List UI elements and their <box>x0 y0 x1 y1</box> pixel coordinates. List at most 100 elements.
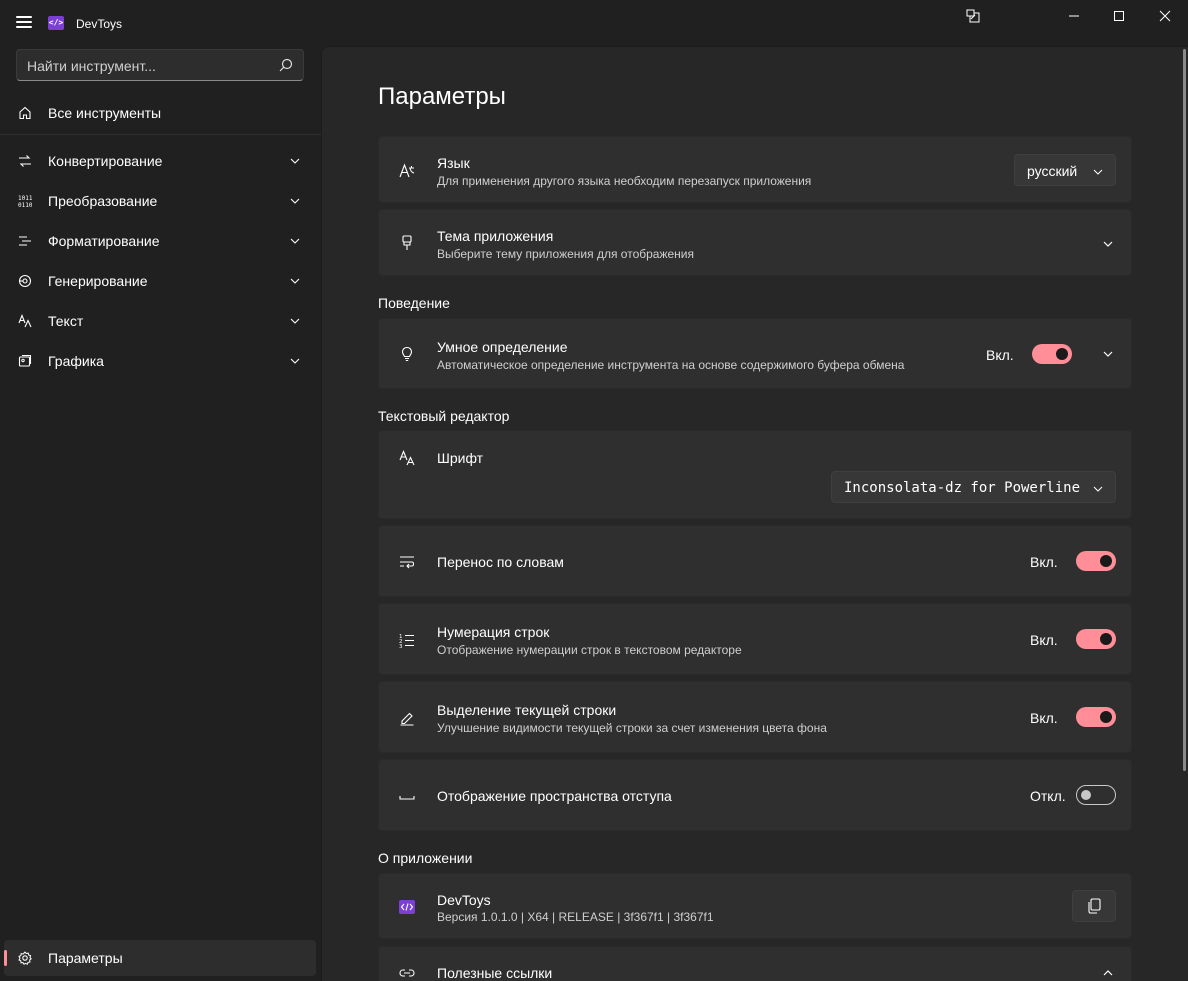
whitespace-card: Отображение пространства отступа Откл. <box>378 759 1132 831</box>
language-dropdown[interactable]: русский <box>1014 154 1116 186</box>
chevron-down-icon <box>290 198 300 204</box>
page-title: Параметры <box>378 83 506 110</box>
language-value: русский <box>1027 163 1078 179</box>
setting-title: Перенос по словам <box>437 554 564 570</box>
toggle-state-label: Вкл. <box>1030 710 1058 726</box>
setting-title: Полезные ссылки <box>437 965 553 981</box>
section-about: О приложении <box>378 850 473 866</box>
title-bar: </> DevToys <box>0 0 1188 46</box>
toggle-state-label: Вкл. <box>986 347 1014 363</box>
convert-icon <box>18 154 32 168</box>
about-card: DevToys Версия 1.0.1.0 | X64 | RELEASE |… <box>378 873 1132 939</box>
sidebar-item-format[interactable]: Форматирование <box>4 223 316 259</box>
chevron-down-icon <box>290 318 300 324</box>
chevron-up-icon[interactable] <box>1102 967 1114 979</box>
sidebar-item-generate[interactable]: Генерирование <box>4 263 316 299</box>
generate-icon <box>18 274 32 288</box>
version-text: Версия 1.0.1.0 | X64 | RELEASE | 3f367f1… <box>437 910 714 924</box>
toggle-state-label: Откл. <box>1030 788 1066 804</box>
word-wrap-icon <box>399 554 415 570</box>
chevron-down-icon <box>290 238 300 244</box>
line-numbers-toggle[interactable] <box>1076 629 1116 649</box>
sidebar-item-convert[interactable]: Конвертирование <box>4 143 316 179</box>
theme-setting-card[interactable]: Тема приложения Выберите тему приложения… <box>378 209 1132 276</box>
brush-icon <box>399 235 415 251</box>
gear-icon <box>18 951 32 965</box>
sidebar-item-text[interactable]: Текст <box>4 303 316 339</box>
highlighter-icon <box>399 710 415 726</box>
useful-links-card[interactable]: Полезные ссылки <box>378 946 1132 981</box>
copy-icon <box>1088 898 1101 914</box>
setting-title: Нумерация строк <box>437 624 550 640</box>
sidebar-item-settings[interactable]: Параметры <box>4 940 316 976</box>
smart-detection-card[interactable]: Умное определение Автоматическое определ… <box>378 318 1132 389</box>
chevron-down-icon[interactable] <box>1102 238 1114 250</box>
font-dropdown[interactable]: Inconsolata-dz for Powerline <box>831 471 1116 503</box>
sidebar-item-label: Графика <box>48 353 104 369</box>
compact-overlay-button[interactable] <box>950 0 996 32</box>
binary-icon: 1011 0110 <box>18 194 32 208</box>
setting-title: Язык <box>437 155 470 171</box>
search-input[interactable]: Найти инструмент... <box>16 49 304 81</box>
toggle-state-label: Вкл. <box>1030 632 1058 648</box>
svg-text:0110: 0110 <box>18 202 32 208</box>
line-numbers-card: 123 Нумерация строк Отображение нумераци… <box>378 603 1132 675</box>
chevron-down-icon <box>1093 169 1103 175</box>
chevron-down-icon[interactable] <box>1102 348 1114 360</box>
setting-title: Тема приложения <box>437 228 554 244</box>
space-icon <box>399 788 415 804</box>
setting-title: Выделение текущей строки <box>437 702 617 718</box>
highlight-line-toggle[interactable] <box>1076 707 1116 727</box>
font-icon <box>399 450 415 466</box>
setting-subtitle: Автоматическое определение инструмента н… <box>437 358 905 372</box>
scrollbar[interactable] <box>1183 49 1186 771</box>
compact-overlay-icon <box>966 9 980 23</box>
svg-text:3: 3 <box>399 644 403 648</box>
maximize-icon <box>1114 11 1124 21</box>
sidebar-item-label: Генерирование <box>48 273 148 289</box>
sidebar-item-encode[interactable]: 1011 0110 Преобразование <box>4 183 316 219</box>
smart-detection-toggle[interactable] <box>1032 344 1072 364</box>
sidebar-item-label: Параметры <box>48 950 123 966</box>
font-setting-card: Шрифт Inconsolata-dz for Powerline <box>378 430 1132 519</box>
hamburger-menu-icon[interactable] <box>16 16 32 28</box>
setting-subtitle: Отображение нумерации строк в текстовом … <box>437 643 742 657</box>
sidebar-item-graphics[interactable]: Графика <box>4 343 316 379</box>
selection-indicator <box>4 950 7 966</box>
sidebar-item-all-tools[interactable]: Все инструменты <box>4 95 316 131</box>
setting-subtitle: Улучшение видимости текущей строки за сч… <box>437 721 827 735</box>
minimize-icon <box>1069 15 1079 17</box>
language-setting-card: Язык Для применения другого языка необхо… <box>378 136 1132 203</box>
format-icon <box>18 234 32 248</box>
app-title: DevToys <box>76 17 123 31</box>
chevron-down-icon <box>290 358 300 364</box>
sidebar: Найти инструмент... Все инструменты Конв… <box>0 46 321 981</box>
section-text-editor: Текстовый редактор <box>378 408 510 424</box>
sidebar-item-label: Все инструменты <box>48 105 162 121</box>
search-icon[interactable] <box>279 58 293 72</box>
chevron-down-icon <box>290 158 300 164</box>
font-value: Inconsolata-dz for Powerline <box>844 480 1081 496</box>
svg-text:1011: 1011 <box>18 195 32 202</box>
graphics-icon <box>18 354 32 368</box>
close-button[interactable] <box>1142 0 1188 32</box>
chevron-down-icon <box>1093 486 1103 492</box>
setting-title: Шрифт <box>437 450 484 466</box>
sidebar-divider <box>0 134 321 135</box>
whitespace-toggle[interactable] <box>1076 785 1116 805</box>
search-placeholder: Найти инструмент... <box>27 58 156 74</box>
setting-title: DevToys <box>437 892 491 908</box>
line-numbers-icon: 123 <box>399 632 415 648</box>
copy-version-button[interactable] <box>1072 890 1116 922</box>
word-wrap-toggle[interactable] <box>1076 551 1116 571</box>
minimize-button[interactable] <box>1051 0 1097 32</box>
close-icon <box>1159 10 1171 22</box>
app-logo-icon: </> <box>48 16 64 30</box>
text-icon <box>18 314 32 328</box>
word-wrap-card: Перенос по словам Вкл. <box>378 525 1132 597</box>
link-icon <box>399 965 415 981</box>
lightbulb-icon <box>399 346 415 362</box>
maximize-button[interactable] <box>1096 0 1142 32</box>
highlight-line-card: Выделение текущей строки Улучшение видим… <box>378 681 1132 753</box>
home-icon <box>18 106 32 120</box>
